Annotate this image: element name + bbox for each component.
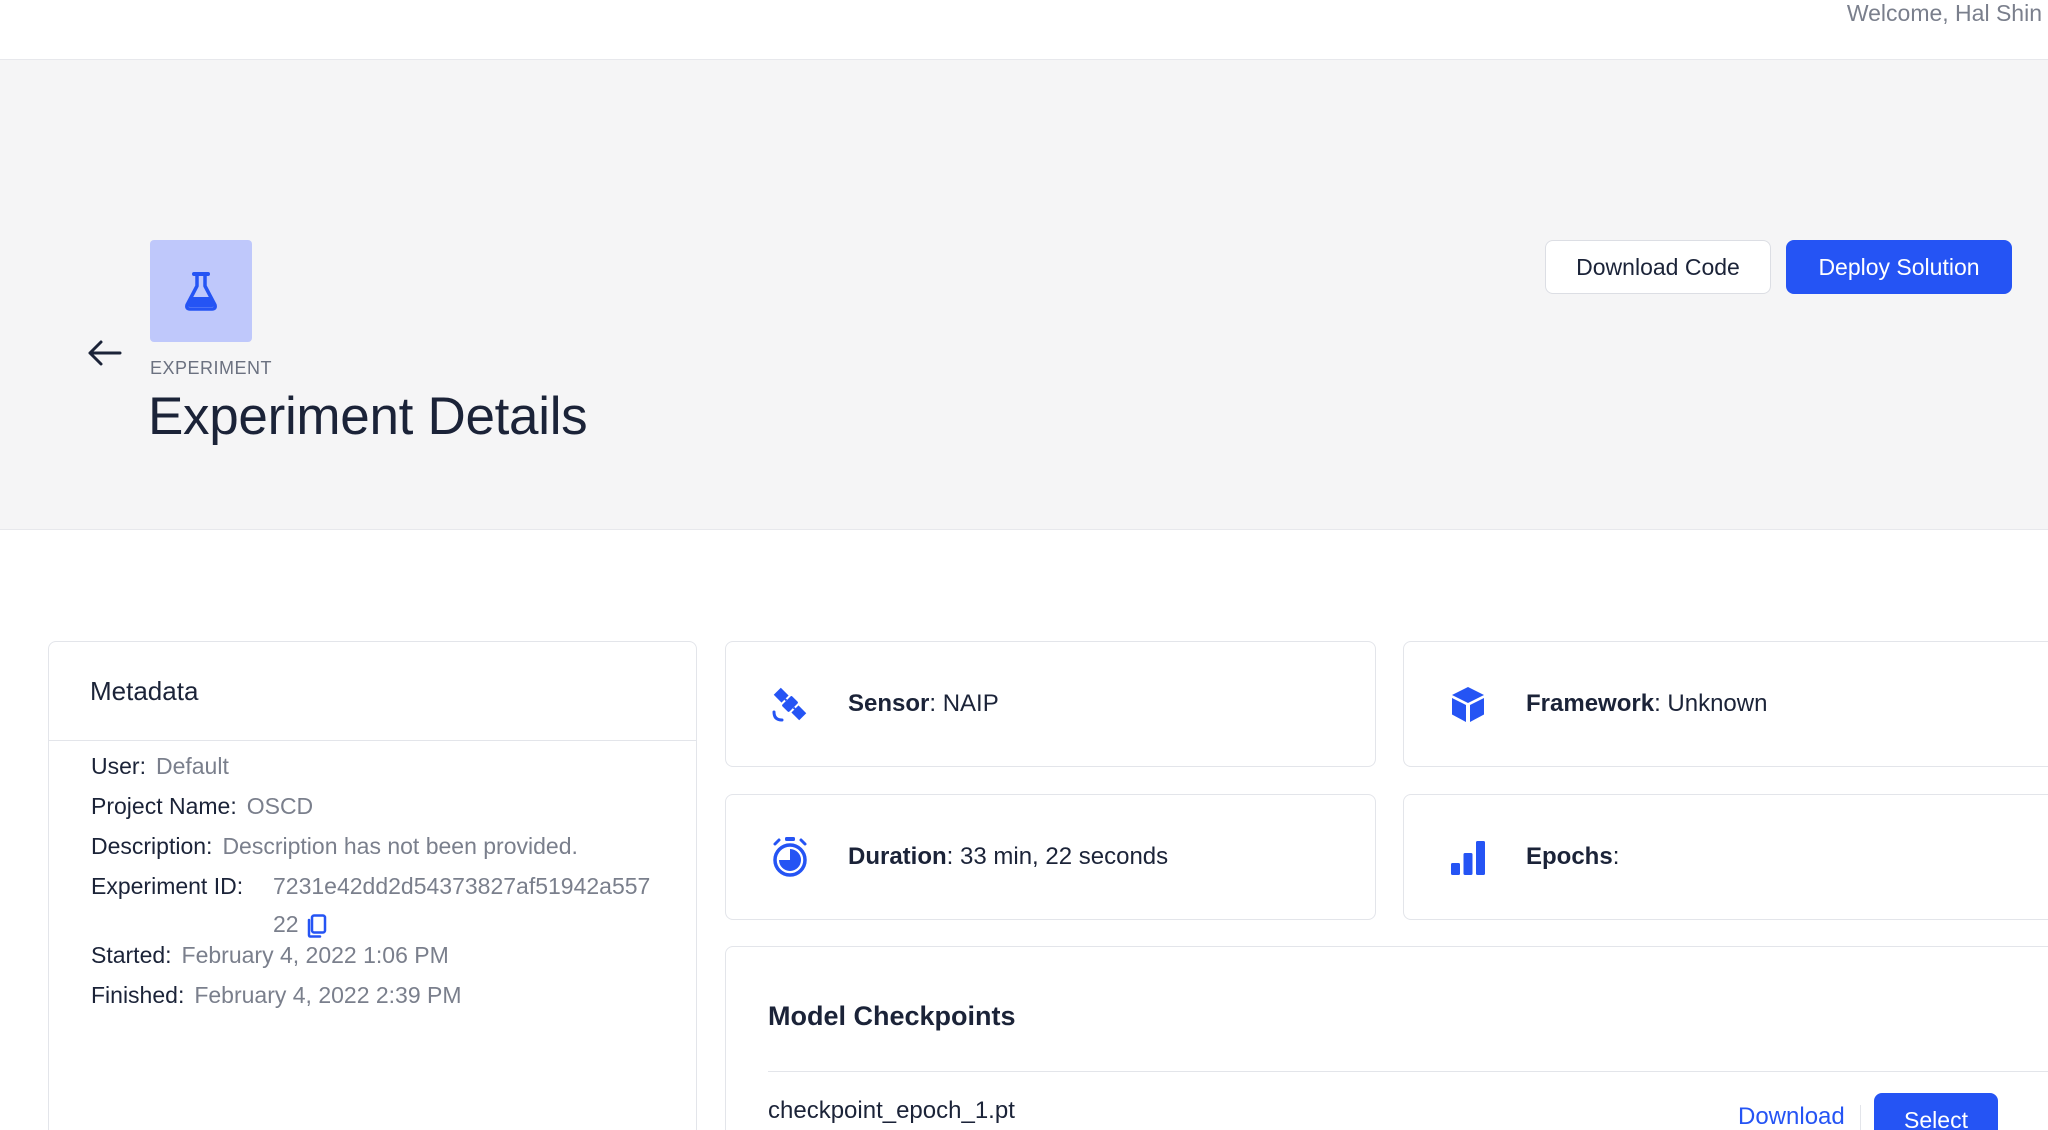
download-code-button[interactable]: Download Code bbox=[1545, 240, 1771, 294]
deploy-solution-button[interactable]: Deploy Solution bbox=[1786, 240, 2012, 294]
divider bbox=[768, 1071, 2048, 1072]
checkpoints-title: Model Checkpoints bbox=[768, 1001, 1016, 1031]
metadata-title: Metadata bbox=[49, 642, 696, 741]
back-arrow-icon[interactable] bbox=[86, 338, 122, 368]
checkpoint-select-button[interactable]: Select bbox=[1874, 1093, 1998, 1130]
welcome-text: Welcome, Hal Shin bbox=[1846, 0, 2042, 26]
checkpoint-download-link[interactable]: Download bbox=[1738, 1103, 1845, 1130]
page-title: Experiment Details bbox=[148, 387, 588, 446]
meta-row-project-name: Project Name: OSCD bbox=[91, 787, 313, 825]
meta-value: Default bbox=[155, 753, 229, 779]
bar-chart-icon bbox=[1444, 833, 1492, 881]
meta-key: Experiment ID: bbox=[91, 873, 244, 899]
cube-icon bbox=[1444, 680, 1492, 728]
metadata-card: Metadata User: Default Project Name: OSCD … bbox=[48, 641, 697, 1130]
top-bar: Welcome, Hal Shin bbox=[0, 0, 2048, 60]
meta-key: Description: bbox=[91, 833, 213, 859]
epochs-card: Epochs: bbox=[1403, 794, 2048, 920]
meta-row-description: Description: Description has not been pro… bbox=[91, 827, 578, 865]
meta-row-experiment-id: Experiment ID: 7231e42dd2d54373827af5194… bbox=[91, 867, 661, 943]
flask-icon bbox=[185, 272, 217, 311]
model-checkpoints-card: Model Checkpoints checkpoint_epoch_1.pt … bbox=[725, 946, 2048, 1130]
meta-value: February 4, 2022 2:39 PM bbox=[194, 982, 462, 1008]
meta-value: 7231e42dd2d54373827af51942a55722 bbox=[273, 867, 661, 943]
sensor-card: Sensor: NAIP bbox=[725, 641, 1376, 767]
meta-value: OSCD bbox=[246, 793, 314, 819]
checkpoint-name: checkpoint_epoch_1.pt bbox=[768, 1097, 1015, 1124]
duration-card: Duration: 33 min, 22 seconds bbox=[725, 794, 1376, 920]
satellite-icon bbox=[766, 680, 814, 728]
sensor-value: NAIP bbox=[942, 690, 999, 717]
duration-value: 33 min, 22 seconds bbox=[960, 843, 1169, 870]
experiment-icon-tile bbox=[150, 240, 252, 342]
experiment-id-value: 7231e42dd2d54373827af51942a55722 bbox=[273, 873, 651, 937]
meta-key: Started: bbox=[91, 942, 172, 968]
sensor-text: Sensor: NAIP bbox=[848, 690, 999, 717]
meta-row-started: Started: February 4, 2022 1:06 PM bbox=[91, 936, 449, 974]
duration-text: Duration: 33 min, 22 seconds bbox=[848, 843, 1169, 870]
meta-key: User: bbox=[91, 753, 146, 779]
meta-value: Description has not been provided. bbox=[222, 833, 578, 859]
meta-row-finished: Finished: February 4, 2022 2:39 PM bbox=[91, 976, 462, 1014]
framework-value: Unknown bbox=[1667, 690, 1768, 717]
page-header: EXPERIMENT Experiment Details Download C… bbox=[0, 60, 2048, 530]
page-eyebrow: EXPERIMENT bbox=[150, 358, 273, 378]
meta-key: Project Name: bbox=[91, 793, 237, 819]
epochs-text: Epochs: bbox=[1526, 843, 1620, 870]
framework-text: Framework: Unknown bbox=[1526, 690, 1768, 717]
stopwatch-icon bbox=[766, 833, 814, 881]
divider bbox=[1860, 1105, 1861, 1130]
meta-row-user: User: Default bbox=[91, 747, 229, 785]
meta-key: Finished: bbox=[91, 982, 185, 1008]
framework-card: Framework: Unknown bbox=[1403, 641, 2048, 767]
meta-value: February 4, 2022 1:06 PM bbox=[181, 942, 449, 968]
copy-icon[interactable] bbox=[307, 914, 327, 938]
